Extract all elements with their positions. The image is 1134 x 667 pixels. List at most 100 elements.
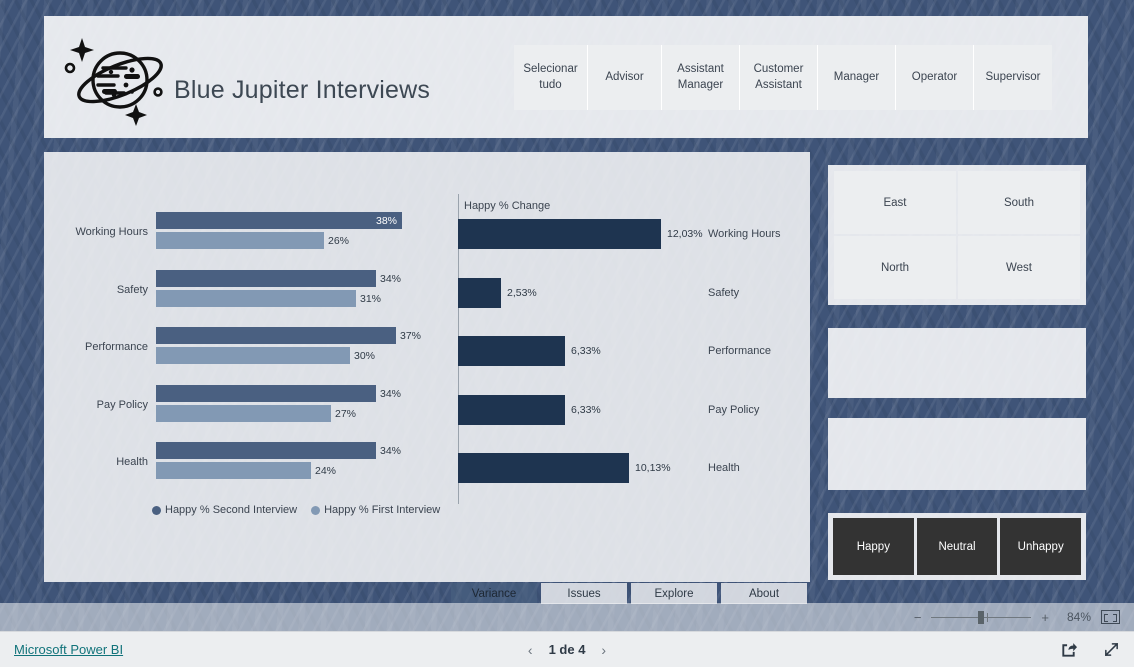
happy-percent-change-bar-chart[interactable]: Happy % Change 12,03% Working Hours 2,53… (454, 152, 810, 582)
previous-page-button[interactable]: ‹ (528, 642, 533, 658)
sentiment-slicer-item-neutral[interactable]: Neutral (916, 518, 998, 575)
bar-category-label: Performance (85, 341, 148, 353)
sentiment-slicer-item-unhappy[interactable]: Unhappy (1000, 518, 1082, 575)
variance-value-label: 2,53% (507, 286, 537, 299)
bar-category-label: Pay Policy (96, 399, 148, 411)
role-slicer-item-supervisor[interactable]: Supervisor (974, 45, 1052, 110)
variance-category-label: Working Hours (708, 227, 781, 240)
zoom-slider-tick (987, 612, 989, 622)
variance-category-label: Health (708, 461, 740, 474)
happy-percent-clustered-bar-chart[interactable]: Working Hours 38% 26% Safety 34% 31% Per… (44, 152, 454, 582)
next-page-button[interactable]: › (601, 642, 606, 658)
bar-second-interview[interactable]: 34% (156, 270, 401, 287)
region-slicer[interactable]: East South North West (828, 165, 1086, 305)
variance-bar[interactable] (458, 335, 565, 366)
bar-value-label: 27% (335, 407, 357, 420)
variance-value-label: 6,33% (571, 403, 601, 416)
legend-label: Happy % First Interview (324, 504, 441, 516)
bar-category-label: Working Hours (75, 226, 148, 238)
main-report-panel: Working Hours 38% 26% Safety 34% 31% Per… (44, 152, 810, 582)
sentiment-slicer-item-happy[interactable]: Happy (833, 518, 914, 575)
tab-variance[interactable]: Variance (451, 583, 537, 604)
footer-bar: Microsoft Power BI ‹ 1 de 4 › (0, 631, 1134, 667)
bar-second-interview[interactable]: 38% (156, 212, 402, 229)
bar-second-interview[interactable]: 34% (156, 385, 401, 402)
header-card: Blue Jupiter Interviews Selecionar tudo … (44, 16, 1088, 138)
page-indicator: 1 de 4 (548, 642, 586, 657)
bar-value-label: 26% (328, 234, 350, 247)
zoom-in-button[interactable]: + (1041, 611, 1049, 624)
bar-value-label: 31% (360, 292, 382, 305)
bar-first-interview[interactable]: 27% (156, 405, 356, 422)
bar-value-label: 34% (380, 387, 402, 400)
bar-second-interview[interactable]: 34% (156, 442, 401, 459)
variance-bar[interactable] (458, 218, 661, 249)
zoom-slider[interactable] (931, 610, 1032, 624)
page-tab-bar[interactable]: Variance Issues Explore About (451, 583, 807, 604)
bar-first-interview[interactable]: 26% (156, 232, 349, 249)
bar-first-interview[interactable]: 30% (156, 347, 375, 364)
page-title: Blue Jupiter Interviews (174, 76, 431, 104)
bar-group-working-hours: Working Hours 38% 26% (44, 210, 454, 254)
tab-issues[interactable]: Issues (541, 583, 627, 604)
bar-value-label: 34% (380, 272, 402, 285)
legend-item-first-interview[interactable]: Happy % First Interview (311, 504, 440, 516)
variance-category-label: Safety (708, 286, 740, 299)
bar-value-label: 37% (400, 329, 422, 342)
bar-group-health: Health 34% 24% (44, 440, 454, 484)
legend-swatch-icon (152, 505, 161, 515)
bar-value-label: 30% (354, 349, 376, 362)
variance-bar[interactable] (458, 394, 565, 425)
variance-value-label: 12,03% (667, 227, 703, 240)
zoom-bar: − + 84% (0, 603, 1134, 631)
role-slicer-item-operator[interactable]: Operator (896, 45, 974, 110)
bar-value-label: 24% (315, 464, 337, 477)
role-slicer-item-assistant-manager[interactable]: Assistant Manager (662, 45, 740, 110)
variance-bar[interactable] (458, 277, 501, 308)
role-slicer-item-select-all[interactable]: Selecionar tudo (514, 45, 588, 110)
region-slicer-item-west[interactable]: West (958, 236, 1080, 299)
fullscreen-icon[interactable] (1103, 641, 1120, 658)
bar-group-safety: Safety 34% 31% (44, 268, 454, 312)
power-bi-link[interactable]: Microsoft Power BI (14, 642, 123, 657)
region-slicer-item-south[interactable]: South (958, 171, 1080, 234)
variance-row-health: 10,13% Health (458, 438, 808, 497)
bar-category-label: Safety (116, 284, 148, 296)
role-slicer-item-customer-assistant[interactable]: Customer Assistant (740, 45, 818, 110)
page-navigation: ‹ 1 de 4 › (528, 642, 606, 658)
tab-explore[interactable]: Explore (631, 583, 717, 604)
zoom-slider-thumb[interactable] (978, 610, 985, 624)
bar-category-label: Health (116, 456, 148, 468)
bar-value-label: 38% (375, 214, 397, 227)
bar-group-pay-policy: Pay Policy 34% 27% (44, 383, 454, 427)
legend-item-second-interview[interactable]: Happy % Second Interview (152, 504, 297, 516)
legend-label: Happy % Second Interview (165, 504, 298, 516)
bar-first-interview[interactable]: 31% (156, 290, 381, 307)
bar-group-performance: Performance 37% 30% (44, 325, 454, 369)
bar-second-interview[interactable]: 37% (156, 327, 421, 344)
variance-bar[interactable] (458, 452, 629, 483)
zoom-out-button[interactable]: − (914, 611, 922, 624)
region-slicer-item-east[interactable]: East (834, 171, 956, 234)
empty-visual-panel-bottom (828, 418, 1086, 490)
variance-row-pay-policy: 6,33% Pay Policy (458, 380, 808, 439)
bar-value-label: 34% (380, 444, 402, 457)
variance-row-working-hours: 12,03% Working Hours (458, 204, 808, 263)
region-slicer-item-north[interactable]: North (834, 236, 956, 299)
empty-visual-panel-top (828, 328, 1086, 398)
variance-category-label: Performance (708, 344, 771, 357)
role-slicer[interactable]: Selecionar tudo Advisor Assistant Manage… (514, 45, 1052, 110)
chart-legend: Happy % Second Interview Happy % First I… (152, 504, 440, 516)
bar-first-interview[interactable]: 24% (156, 462, 336, 479)
variance-value-label: 6,33% (571, 344, 601, 357)
share-icon[interactable] (1060, 641, 1077, 658)
planet-saturn-icon (62, 30, 184, 126)
variance-category-label: Pay Policy (708, 403, 760, 416)
variance-value-label: 10,13% (635, 461, 671, 474)
fit-to-page-icon[interactable] (1101, 610, 1120, 624)
role-slicer-item-manager[interactable]: Manager (818, 45, 896, 110)
tab-about[interactable]: About (721, 583, 807, 604)
sentiment-slicer[interactable]: Happy Neutral Unhappy (828, 513, 1086, 580)
variance-row-performance: 6,33% Performance (458, 321, 808, 380)
role-slicer-item-advisor[interactable]: Advisor (588, 45, 662, 110)
